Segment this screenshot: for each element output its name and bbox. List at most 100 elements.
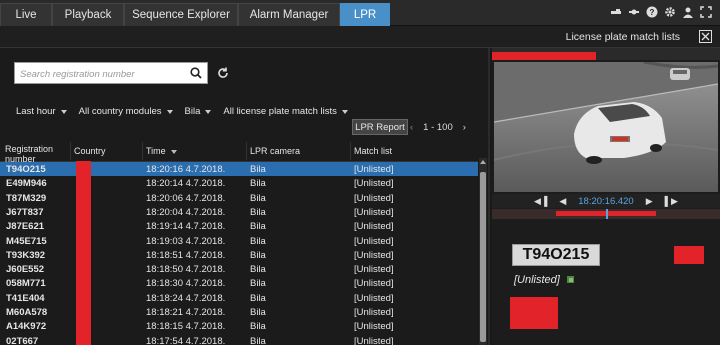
country-flag-column bbox=[76, 161, 91, 345]
pager-range: 1 - 100 bbox=[423, 122, 453, 133]
user-icon[interactable] bbox=[682, 6, 694, 18]
plate-cell: J67T837 bbox=[6, 206, 44, 218]
col-time[interactable]: Time bbox=[146, 146, 177, 156]
refresh-icon[interactable] bbox=[216, 66, 230, 80]
table-header: Registration number Country Time LPR cam… bbox=[0, 140, 478, 164]
plate-cell: M60A578 bbox=[6, 307, 48, 318]
time-cell: 18:19:14 4.7.2018. bbox=[146, 221, 226, 233]
previous-frame-icon[interactable]: ◀ bbox=[559, 196, 566, 206]
camera-cell: Bila bbox=[250, 164, 266, 175]
matchlist-filter-dropdown[interactable]: All license plate match lists bbox=[223, 106, 348, 117]
col-country[interactable]: Country bbox=[74, 146, 106, 156]
plate-cell: T87M329 bbox=[6, 192, 47, 204]
scroll-up-icon[interactable] bbox=[480, 160, 486, 164]
camera-cell: Bila bbox=[250, 192, 266, 204]
plate-cell: M45E715 bbox=[6, 235, 47, 247]
time-cell: 18:18:30 4.7.2018. bbox=[146, 278, 226, 290]
camera-filter-label: Bila bbox=[184, 106, 201, 117]
table-row[interactable]: A14K972 18:18:15 4.7.2018. Bila [Unlisted] bbox=[0, 319, 478, 333]
camera-cell: Bila bbox=[250, 221, 266, 233]
time-filter-dropdown[interactable]: Last hour bbox=[16, 106, 67, 117]
table-row[interactable]: J87E621 18:19:14 4.7.2018. Bila [Unlisted] bbox=[0, 219, 478, 233]
next-frame-icon[interactable]: ▶ bbox=[646, 196, 653, 206]
filter-bar: Last hour All country modules Bila All l… bbox=[16, 106, 348, 117]
network-icon[interactable] bbox=[628, 6, 640, 18]
fullscreen-icon[interactable] bbox=[700, 6, 712, 18]
camera-cell: Bila bbox=[250, 206, 266, 218]
chevron-down-icon bbox=[166, 109, 173, 114]
plate-cell: 058M771 bbox=[6, 278, 46, 290]
match-list-cell: [Unlisted] bbox=[354, 292, 394, 304]
camera-video-view[interactable] bbox=[494, 62, 718, 192]
col-match-list[interactable]: Match list bbox=[354, 146, 392, 156]
video-timeline[interactable] bbox=[492, 209, 720, 219]
close-panel-icon[interactable] bbox=[699, 30, 712, 43]
lpr-subbar: License plate match lists bbox=[0, 26, 720, 48]
detected-plate: T94O215 bbox=[512, 244, 600, 266]
country-filter-dropdown[interactable]: All country modules bbox=[79, 106, 173, 117]
column-divider bbox=[142, 142, 143, 160]
pager-next-button[interactable]: › bbox=[463, 122, 466, 133]
camera-cell: Bila bbox=[250, 249, 266, 261]
camera-cell: Bila bbox=[250, 292, 266, 304]
tab-playback[interactable]: Playback bbox=[52, 3, 124, 26]
match-list-cell: [Unlisted] bbox=[354, 178, 394, 190]
time-cell: 18:18:21 4.7.2018. bbox=[146, 307, 226, 318]
timeline-playhead[interactable] bbox=[606, 209, 608, 219]
scrollbar-thumb[interactable] bbox=[480, 172, 486, 342]
table-row[interactable]: J67T837 18:20:04 4.7.2018. Bila [Unlisted] bbox=[0, 205, 478, 219]
table-row[interactable]: T94O215 18:20:16 4.7.2018. Bila [Unlisted] bbox=[0, 162, 478, 176]
help-icon[interactable]: ? bbox=[646, 6, 658, 18]
table-row[interactable]: J60E552 18:18:50 4.7.2018. Bila [Unlisted] bbox=[0, 262, 478, 276]
table-scrollbar[interactable] bbox=[479, 158, 487, 345]
country-filter-label: All country modules bbox=[78, 106, 162, 117]
country-flag bbox=[674, 246, 704, 264]
camera-cell: Bila bbox=[250, 264, 266, 276]
time-cell: 18:18:51 4.7.2018. bbox=[146, 249, 226, 261]
time-cell: 18:20:16 4.7.2018. bbox=[146, 164, 226, 175]
table-row[interactable]: T93K392 18:18:51 4.7.2018. Bila [Unlisted] bbox=[0, 248, 478, 262]
col-registration-number[interactable]: Registration number bbox=[5, 144, 57, 164]
table-row[interactable]: T87M329 18:20:06 4.7.2018. Bila [Unlisted] bbox=[0, 191, 478, 205]
plate-cell: J60E552 bbox=[6, 264, 45, 276]
camera-filter-dropdown[interactable]: Bila bbox=[185, 106, 212, 117]
pager: ‹ 1 - 100 › bbox=[410, 122, 466, 133]
plate-cell: T93K392 bbox=[6, 249, 46, 261]
match-list-cell: [Unlisted] bbox=[354, 235, 394, 247]
time-cell: 18:17:54 4.7.2018. bbox=[146, 335, 226, 345]
step-forward-icon[interactable]: ▌▶ bbox=[665, 196, 678, 206]
match-list-cell: [Unlisted] bbox=[354, 264, 394, 276]
table-row[interactable]: E49M946 18:20:14 4.7.2018. Bila [Unlisted] bbox=[0, 176, 478, 190]
lpr-detail-panel: ◀▐ ◀ 18:20:16.420 ▶ ▌▶ T94O215 [Unlisted… bbox=[492, 48, 720, 345]
time-cell: 18:19:03 4.7.2018. bbox=[146, 235, 226, 247]
search-icon[interactable] bbox=[189, 66, 203, 80]
search-input[interactable] bbox=[20, 67, 190, 81]
tab-live[interactable]: Live bbox=[0, 3, 52, 26]
settings-icon[interactable] bbox=[664, 6, 676, 18]
table-row[interactable]: M45E715 18:19:03 4.7.2018. Bila [Unlisted] bbox=[0, 234, 478, 248]
chevron-down-icon bbox=[205, 109, 212, 114]
plate-cell: A14K972 bbox=[6, 321, 47, 333]
time-cell: 18:20:14 4.7.2018. bbox=[146, 178, 226, 190]
tab-lpr[interactable]: LPR bbox=[340, 3, 390, 26]
search-box bbox=[14, 62, 208, 84]
edit-matchlist-icon[interactable] bbox=[566, 274, 576, 284]
tab-alarm-manager[interactable]: Alarm Manager bbox=[238, 3, 340, 26]
playback-controls: ◀▐ ◀ 18:20:16.420 ▶ ▌▶ bbox=[492, 194, 720, 208]
pager-prev-button[interactable]: ‹ bbox=[410, 122, 413, 133]
tab-sequence-explorer[interactable]: Sequence Explorer bbox=[124, 3, 238, 26]
table-row[interactable]: M60A578 18:18:21 4.7.2018. Bila [Unlisted] bbox=[0, 305, 478, 319]
step-back-icon[interactable]: ◀▐ bbox=[534, 196, 547, 206]
col-lpr-camera[interactable]: LPR camera bbox=[250, 146, 300, 156]
setup-icon[interactable] bbox=[610, 6, 622, 18]
table-row[interactable]: 058M771 18:18:30 4.7.2018. Bila [Unlisted] bbox=[0, 276, 478, 290]
tab-alarm-manager-label: Alarm Manager bbox=[249, 9, 329, 21]
lpr-report-button[interactable]: LPR Report bbox=[352, 119, 408, 135]
table-row[interactable]: T41E404 18:18:24 4.7.2018. Bila [Unlisted] bbox=[0, 291, 478, 305]
sort-desc-icon bbox=[170, 149, 177, 154]
tab-playback-label: Playback bbox=[64, 9, 112, 21]
main-tab-bar: Live Playback Sequence Explorer Alarm Ma… bbox=[0, 0, 720, 26]
match-lists-link[interactable]: License plate match lists bbox=[566, 31, 680, 43]
match-list-cell: [Unlisted] bbox=[354, 307, 394, 318]
table-row[interactable]: 02T667 18:17:54 4.7.2018. Bila [Unlisted] bbox=[0, 334, 478, 345]
